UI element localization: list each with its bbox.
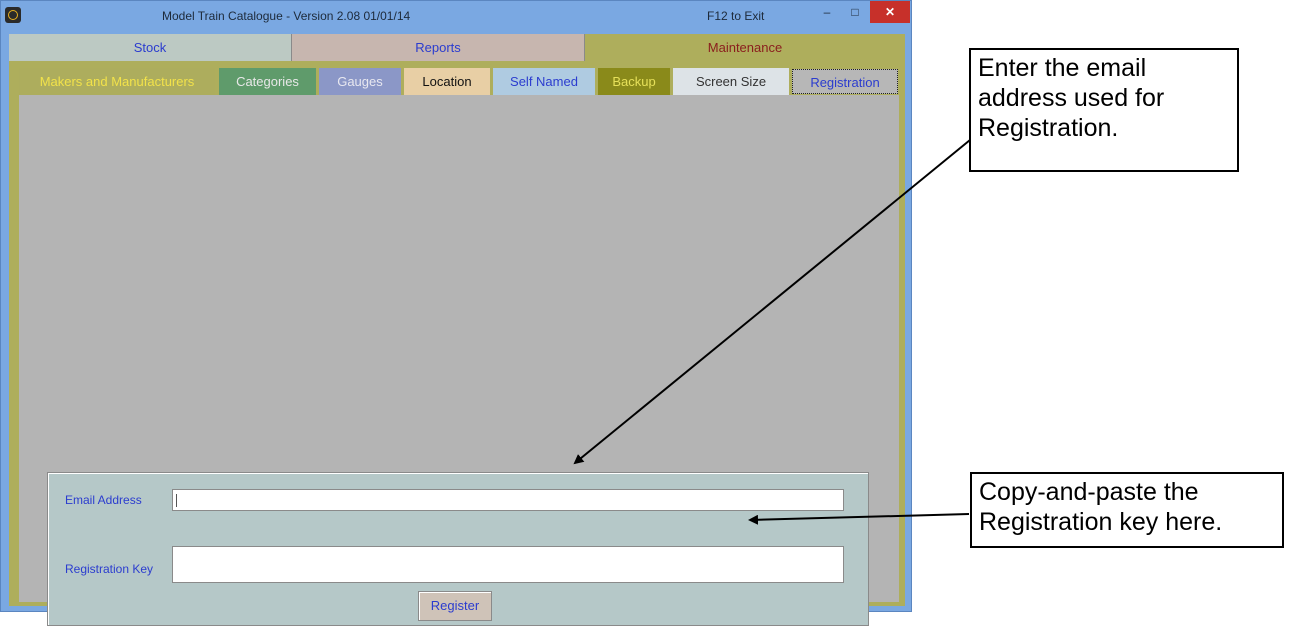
maximize-icon[interactable]: □ (841, 1, 869, 23)
registration-key-field[interactable] (172, 546, 844, 583)
registration-page: Email Address Registration Key Register (19, 95, 899, 626)
tab-stock[interactable]: Stock (9, 34, 291, 61)
subtab-screen-size[interactable]: Screen Size (673, 68, 789, 95)
subtab-self-named[interactable]: Self Named (493, 68, 595, 95)
app-window: Model Train Catalogue - Version 2.08 01/… (0, 0, 912, 626)
subtab-location[interactable]: Location (404, 68, 490, 95)
email-label: Email Address (65, 493, 142, 507)
close-icon[interactable]: ✕ (870, 1, 910, 23)
subtab-backup[interactable]: Backup (598, 68, 670, 95)
register-button[interactable]: Register (418, 591, 492, 621)
tab-reports[interactable]: Reports (291, 34, 585, 61)
subtab-categories[interactable]: Categories (219, 68, 316, 95)
exit-hint: F12 to Exit (707, 9, 765, 23)
registration-form: Email Address Registration Key Register (47, 472, 869, 626)
email-callout: Enter the email address used for Registr… (969, 48, 1239, 172)
tab-maintenance[interactable]: Maintenance (585, 34, 905, 61)
key-callout: Copy-and-paste the Registration key here… (970, 472, 1284, 548)
subtab-registration[interactable]: Registration (792, 69, 898, 94)
minimize-icon[interactable]: – (813, 1, 841, 23)
client-area: Stock Reports Maintenance Makers and Man… (9, 34, 905, 626)
subtab-makers[interactable]: Makers and Manufacturers (19, 68, 215, 95)
title-bar[interactable]: Model Train Catalogue - Version 2.08 01/… (1, 1, 911, 34)
subtab-gauges[interactable]: Gauges (319, 68, 401, 95)
text-caret (176, 494, 177, 507)
registration-key-label: Registration Key (65, 562, 154, 576)
maintenance-panel: Makers and Manufacturers Categories Gaug… (9, 61, 905, 626)
app-icon[interactable] (5, 7, 21, 23)
email-field[interactable] (172, 489, 844, 511)
window-title: Model Train Catalogue - Version 2.08 01/… (162, 9, 411, 23)
